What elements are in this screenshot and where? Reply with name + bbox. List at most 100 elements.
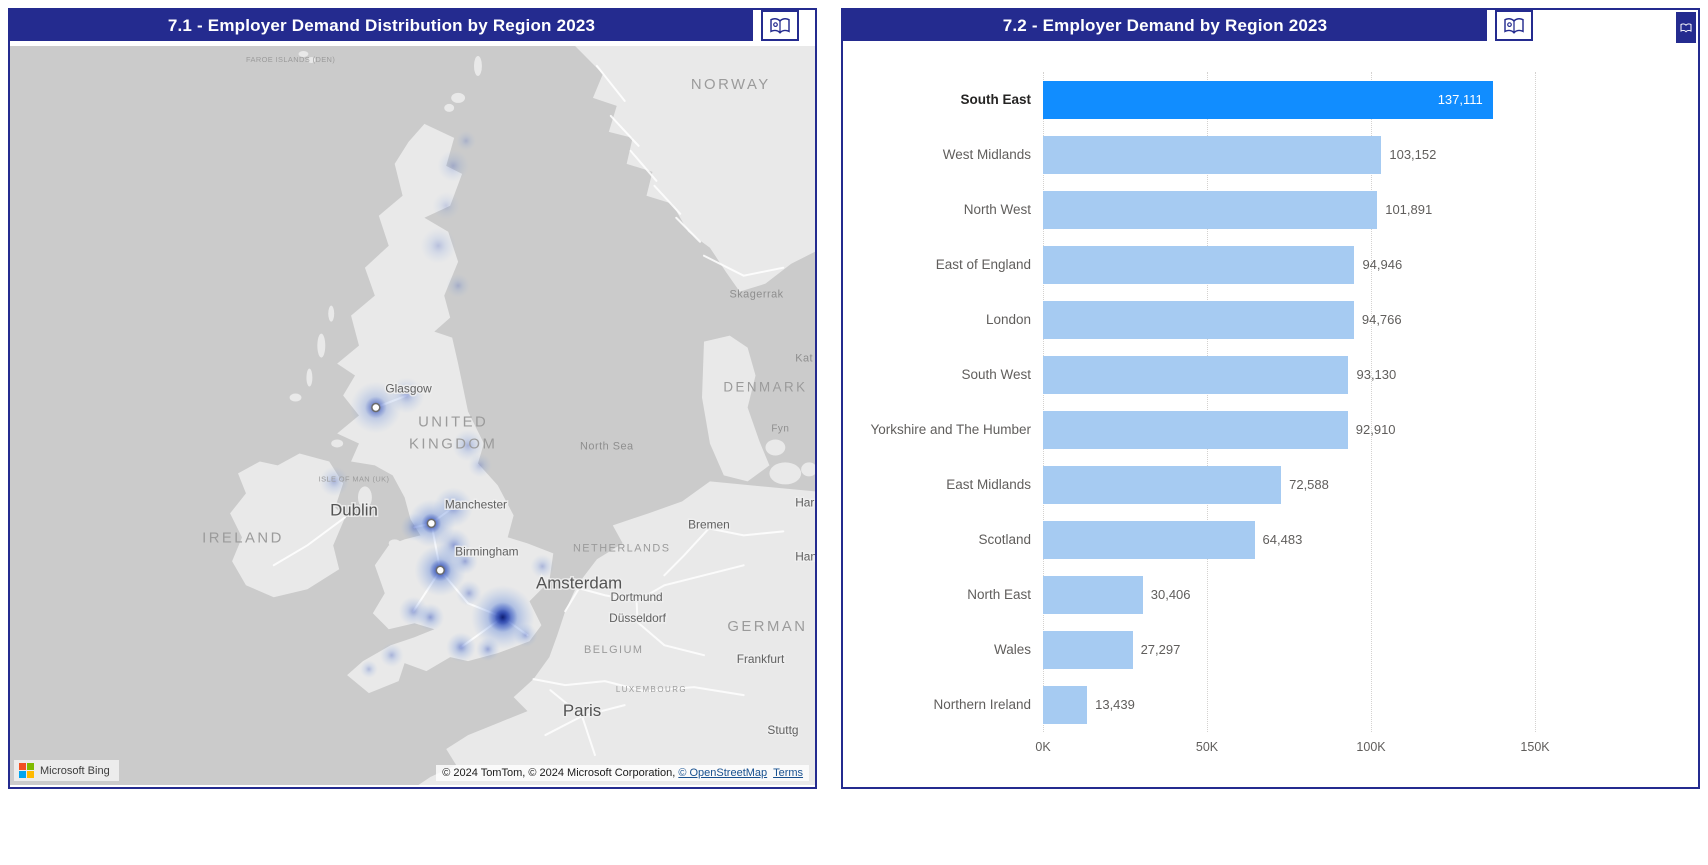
island-fyn (765, 439, 785, 455)
map-label: Frankfurt (737, 652, 785, 666)
map-label: Amsterdam (536, 573, 622, 592)
panel-corner-icon[interactable] (1676, 12, 1696, 43)
island-zealand (769, 462, 801, 484)
x-tick: 150K (1520, 740, 1549, 754)
island-hebrides (328, 306, 334, 322)
map-label: Har (795, 495, 814, 509)
map-label: North Sea (580, 440, 634, 452)
map-label: LUXEMBOURG (616, 685, 687, 694)
x-axis: 0K 50K 100K 150K (1043, 740, 1535, 766)
bar-east-of-england[interactable] (1043, 246, 1354, 284)
map-label: Manchester (445, 497, 507, 511)
map-label: UNITED (418, 413, 488, 430)
bar-row: Yorkshire and The Humber 92,910 (843, 402, 1698, 457)
map-label: Birmingham (455, 544, 519, 558)
category-label: Yorkshire and The Humber (843, 422, 1043, 437)
bar-track: 27,297 (1043, 631, 1535, 669)
map-label: Fyn (771, 423, 789, 434)
bar-track: 137,111 (1043, 81, 1535, 119)
bar-track: 94,766 (1043, 301, 1535, 339)
bar-london[interactable] (1043, 301, 1354, 339)
bar-west-midlands[interactable] (1043, 136, 1381, 174)
map-label: Hann (795, 549, 815, 563)
open-book-icon (1503, 17, 1525, 35)
map-label: IRELAND (202, 529, 284, 546)
bing-logo-text: Microsoft Bing (40, 765, 110, 777)
bar-row: East Midlands 72,588 (843, 457, 1698, 512)
value-label: 101,891 (1385, 202, 1432, 217)
bar-track: 13,439 (1043, 686, 1535, 724)
info-book-icon[interactable] (761, 10, 799, 41)
bar-visual-title: 7.2 - Employer Demand by Region 2023 (843, 10, 1487, 41)
bar-track: 94,946 (1043, 246, 1535, 284)
map-label: Skagerrak (729, 289, 783, 301)
map-label: Kat (795, 353, 813, 365)
bar-row: East of England 94,946 (843, 237, 1698, 292)
category-label: East Midlands (843, 477, 1043, 492)
bar-track: 64,483 (1043, 521, 1535, 559)
attribution-text: © 2024 TomTom, © 2024 Microsoft Corporat… (442, 767, 675, 779)
terms-link[interactable]: Terms (773, 767, 803, 779)
bar-row: Northern Ireland 13,439 (843, 677, 1698, 732)
value-label: 27,297 (1141, 642, 1181, 657)
value-label: 30,406 (1151, 587, 1191, 602)
category-label: East of England (843, 257, 1043, 272)
bar-scotland[interactable] (1043, 521, 1255, 559)
bar-yorkshire-and-the-humber[interactable] (1043, 411, 1348, 449)
birmingham-marker (436, 566, 444, 574)
bar-south-west[interactable] (1043, 356, 1348, 394)
bar-south-east[interactable]: 137,111 (1043, 81, 1493, 119)
map-visual-title: 7.1 - Employer Demand Distribution by Re… (10, 10, 753, 41)
info-book-icon[interactable] (1495, 10, 1533, 41)
openstreetmap-link[interactable]: © OpenStreetMap (678, 767, 767, 779)
map-visual-header: 7.1 - Employer Demand Distribution by Re… (10, 10, 799, 46)
map-label: NETHERLANDS (573, 542, 671, 554)
category-label: Northern Ireland (843, 697, 1043, 712)
map-label: KINGDOM (409, 435, 497, 452)
value-label: 13,439 (1095, 697, 1135, 712)
category-label: Wales (843, 642, 1043, 657)
map-label: Stuttg (767, 723, 798, 737)
bar-northern-ireland[interactable] (1043, 686, 1087, 724)
bar-row: South West 93,130 (843, 347, 1698, 402)
map-label: ISLE OF MAN (UK) (319, 474, 390, 483)
bar-visual-header: 7.2 - Employer Demand by Region 2023 (843, 10, 1533, 46)
bing-map[interactable]: FAROE ISLANDS (DEN) NORWAY Skagerrak Kat… (10, 46, 815, 785)
map-label: DENMARK (723, 379, 807, 394)
value-label: 93,130 (1356, 367, 1396, 382)
map-label: Düsseldorf (609, 611, 667, 625)
bar-row: South East 137,111 (843, 72, 1698, 127)
map-label: Paris (563, 701, 601, 720)
value-label: 137,111 (1438, 92, 1483, 107)
value-label: 103,152 (1389, 147, 1436, 162)
map-attribution: © 2024 TomTom, © 2024 Microsoft Corporat… (436, 765, 809, 781)
bar-track: 101,891 (1043, 191, 1535, 229)
bar-chart: South East 137,111 West Midlands 103,152… (843, 46, 1698, 766)
bar-wales[interactable] (1043, 631, 1133, 669)
map-label: Dublin (330, 500, 378, 519)
category-label: North West (843, 202, 1043, 217)
bar-track: 103,152 (1043, 136, 1535, 174)
bar-north-east[interactable] (1043, 576, 1143, 614)
map-visual-panel: 7.1 - Employer Demand Distribution by Re… (8, 8, 817, 789)
bar-chart-visual-panel: 7.2 - Employer Demand by Region 2023 (841, 8, 1700, 789)
value-label: 64,483 (1263, 532, 1303, 547)
microsoft-logo-icon (19, 763, 34, 778)
map-label: Bremen (688, 517, 730, 531)
bar-row: North East 30,406 (843, 567, 1698, 622)
map-label: Glasgow (385, 381, 432, 395)
bing-logo: Microsoft Bing (14, 760, 119, 781)
map-label: GERMAN (727, 618, 807, 635)
bar-track: 30,406 (1043, 576, 1535, 614)
x-tick: 0K (1035, 740, 1050, 754)
value-label: 94,766 (1362, 312, 1402, 327)
bar-track: 92,910 (1043, 411, 1535, 449)
bar-north-west[interactable] (1043, 191, 1377, 229)
island-hebrides (317, 334, 325, 358)
category-label: London (843, 312, 1043, 327)
island-orkney (444, 104, 454, 112)
bar-east-midlands[interactable] (1043, 466, 1281, 504)
open-book-icon (769, 17, 791, 35)
bar-track: 72,588 (1043, 466, 1535, 504)
category-label: South West (843, 367, 1043, 382)
